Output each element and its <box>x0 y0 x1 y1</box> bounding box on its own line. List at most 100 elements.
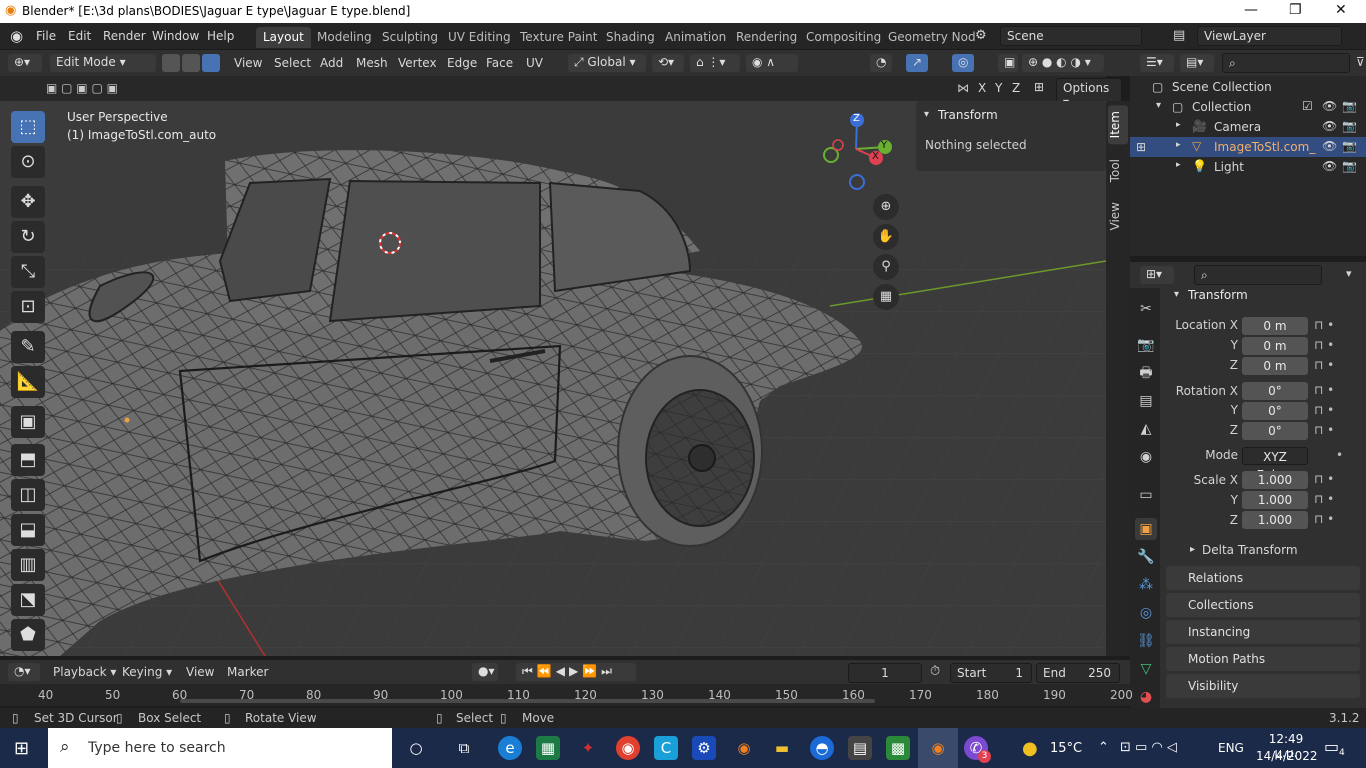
poly-build-tool-icon[interactable]: ⬟ <box>11 619 45 651</box>
view-layer-tab-icon[interactable]: ▤ <box>1135 390 1157 412</box>
vp-menu-add[interactable]: Add <box>320 56 343 70</box>
end-frame-field[interactable]: End 250 <box>1036 663 1120 683</box>
language-indicator[interactable]: ENG <box>1218 741 1244 755</box>
data-tab-icon[interactable]: ▽ <box>1135 658 1157 680</box>
pan-hand-icon[interactable]: ✋ <box>873 224 899 250</box>
eye-icon[interactable]: 👁 <box>1322 119 1337 133</box>
timer-icon[interactable]: ⏱ <box>930 664 940 679</box>
location-z-field[interactable]: 0 m <box>1242 357 1308 375</box>
visibility-icon[interactable]: ◔ <box>870 54 892 72</box>
blender-menu-icon[interactable]: ◉ <box>10 27 23 45</box>
edge-browser-icon[interactable]: e <box>498 736 522 760</box>
maximize-button[interactable]: ❐ <box>1289 2 1302 18</box>
orientation-selector[interactable]: ⤢ Global ▾ <box>568 54 646 72</box>
tab-view[interactable]: View <box>1108 196 1128 236</box>
tab-sculpting[interactable]: Sculpting <box>375 27 445 48</box>
outliner-scene-collection[interactable]: ▢ Scene Collection <box>1130 77 1366 97</box>
menu-render[interactable]: Render <box>103 29 146 43</box>
app-c-icon[interactable]: C <box>654 736 678 760</box>
menu-file[interactable]: File <box>36 29 56 43</box>
scene-tab-icon[interactable]: ◭ <box>1135 418 1157 440</box>
timeline-marker-menu[interactable]: Marker <box>227 665 268 679</box>
tab-geometry-nodes[interactable]: Geometry Nod <box>881 27 983 48</box>
app-blue-icon[interactable]: ◓ <box>810 736 834 760</box>
expand-chevron-icon[interactable]: ▾ <box>1156 100 1161 111</box>
scale-z-field[interactable]: 1.000 <box>1242 511 1308 529</box>
camera-view-icon[interactable]: ⚲ <box>873 254 899 280</box>
eye-icon[interactable]: 👁 <box>1322 159 1337 173</box>
overlay-toggle-icon[interactable]: ◎ <box>952 54 974 72</box>
weather-temp[interactable]: 15°C <box>1050 741 1082 756</box>
tab-item[interactable]: Item <box>1108 105 1128 145</box>
panel-collections[interactable]: Collections <box>1166 593 1360 617</box>
annotate-tool-icon[interactable]: ✎ <box>11 331 45 363</box>
modifier-tab-icon[interactable]: 🔧 <box>1135 546 1157 568</box>
tray-network-icon[interactable]: ⊡ ▭ ◠ ◁ <box>1120 740 1177 755</box>
mirror-y[interactable]: Y <box>995 81 1002 95</box>
properties-editor-icon[interactable]: ⊞▾ <box>1140 266 1174 284</box>
rotation-x-field[interactable]: 0° <box>1242 382 1308 400</box>
lock-icon[interactable]: ⊓ • <box>1314 472 1334 486</box>
camera-render-icon[interactable]: 📷 <box>1342 139 1357 153</box>
lock-icon[interactable]: ⊓ • <box>1314 492 1334 506</box>
face-select-icon[interactable] <box>202 54 220 72</box>
playback-controls[interactable]: ⏮⏪◀▶⏩⏭ <box>516 663 636 681</box>
mirror-z[interactable]: Z <box>1012 81 1020 95</box>
vp-menu-face[interactable]: Face <box>486 56 513 70</box>
tab-layout[interactable]: Layout <box>256 27 311 48</box>
panel-instancing[interactable]: Instancing <box>1166 620 1360 644</box>
mirror-x[interactable]: X <box>978 81 986 95</box>
chrome-icon[interactable]: ◉ <box>616 736 640 760</box>
expand-icon[interactable]: ▸ <box>1176 120 1181 130</box>
vp-menu-uv[interactable]: UV <box>526 56 543 70</box>
selection-mode-icons[interactable]: ▣ ▢ ▣ ▢ ▣ <box>46 81 140 97</box>
add-cube-tool-icon[interactable]: ▣ <box>11 406 45 438</box>
taskbar-search-input[interactable]: ⌕ Type here to search <box>48 728 392 768</box>
menu-edit[interactable]: Edit <box>68 29 91 43</box>
mirror-icon[interactable]: ⋈ <box>957 81 969 95</box>
current-frame-field[interactable]: 1 <box>848 663 922 683</box>
gizmo-toggle-icon[interactable]: ↗ <box>906 54 928 72</box>
timeline-scrollbar[interactable] <box>180 699 875 703</box>
windows-start-icon[interactable]: ⊞ <box>14 738 29 759</box>
scale-tool-icon[interactable]: ⤡ <box>11 256 45 288</box>
file-explorer-icon[interactable]: ▬ <box>770 736 794 760</box>
tool-tab-icon[interactable]: ✂ <box>1135 298 1157 320</box>
keyframe-dot-icon[interactable]: • <box>1336 448 1343 462</box>
eye-icon[interactable]: 👁 <box>1322 99 1337 113</box>
tab-texture-paint[interactable]: Texture Paint <box>513 27 604 48</box>
close-button[interactable]: ✕ <box>1335 2 1347 18</box>
lock-icon[interactable]: ⊓ • <box>1314 383 1334 397</box>
expand-icon[interactable]: ▸ <box>1176 140 1181 150</box>
bevel-tool-icon[interactable]: ⬓ <box>11 514 45 546</box>
outliner-item-camera[interactable]: ▸ 🎥 Camera 👁 📷 <box>1130 117 1366 137</box>
constraints-tab-icon[interactable]: ⛓ <box>1135 630 1157 652</box>
transform-tool-icon[interactable]: ⊡ <box>11 291 45 323</box>
zoom-icon[interactable]: ⊕ <box>873 194 899 220</box>
lock-icon[interactable]: ⊓ • <box>1314 358 1334 372</box>
xray-toggle-icon[interactable]: ▣ <box>998 54 1018 72</box>
outliner-editor-icon[interactable]: ☰▾ <box>1140 54 1174 72</box>
tab-uv-editing[interactable]: UV Editing <box>441 27 518 48</box>
properties-search-input[interactable]: ⌕ <box>1194 265 1322 285</box>
start-frame-field[interactable]: Start 1 <box>950 663 1032 683</box>
vertex-select-icon[interactable] <box>162 54 180 72</box>
auto-merge-icon[interactable]: ⊞ <box>1034 80 1044 94</box>
lock-icon[interactable]: ⊓ • <box>1314 318 1334 332</box>
mode-column-icon[interactable]: ⊞ <box>1136 140 1146 154</box>
view-layer-selector[interactable]: ViewLayer <box>1197 26 1342 46</box>
timeline-ruler[interactable]: 40 50 60 70 80 90 100 110 120 130 140 150 160 170 180 1… <box>0 684 1133 706</box>
measure-tool-icon[interactable]: 📐 <box>11 366 45 398</box>
clock-date[interactable]: 14/4/2022 <box>1256 749 1318 763</box>
active-blender-task[interactable]: ◉ <box>918 728 958 768</box>
world-tab-icon[interactable]: ◉ <box>1135 446 1157 468</box>
vp-menu-view[interactable]: View <box>234 56 262 70</box>
tab-animation[interactable]: Animation <box>658 27 733 48</box>
checkbox-icon[interactable]: ☑ <box>1302 99 1313 113</box>
weather-icon[interactable]: ● <box>1022 738 1038 759</box>
cortana-icon[interactable]: ○ <box>404 736 428 760</box>
ortho-grid-icon[interactable]: ▦ <box>873 284 899 310</box>
display-mode-icon[interactable]: ▤▾ <box>1180 54 1214 72</box>
tab-compositing[interactable]: Compositing <box>799 27 888 48</box>
render-tab-icon[interactable]: 📷 <box>1135 334 1157 356</box>
